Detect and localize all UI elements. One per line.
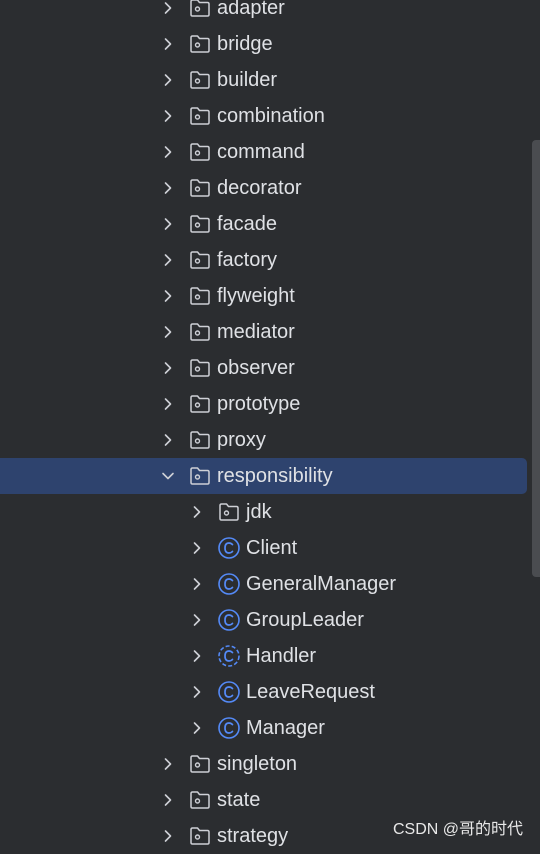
tree-node-label: adapter (217, 0, 285, 20)
tree-node-singleton[interactable]: singleton (0, 746, 527, 782)
chevron-right-icon[interactable] (160, 72, 176, 88)
tree-node-generalmanager[interactable]: GeneralManager (0, 566, 527, 602)
chevron-down-icon[interactable] (160, 468, 176, 484)
tree-node-label: mediator (217, 321, 295, 344)
tree-node-builder[interactable]: builder (0, 62, 527, 98)
package-icon (188, 392, 212, 416)
tree-node-mediator[interactable]: mediator (0, 314, 527, 350)
package-icon (188, 464, 212, 488)
chevron-right-icon[interactable] (189, 504, 205, 520)
tree-node-label: decorator (217, 177, 302, 200)
chevron-right-icon[interactable] (189, 540, 205, 556)
package-icon (188, 356, 212, 380)
tree-node-label: LeaveRequest (246, 681, 375, 704)
chevron-right-icon[interactable] (160, 0, 176, 16)
package-icon (188, 824, 212, 848)
tree-node-factory[interactable]: factory (0, 242, 527, 278)
tree-node-combination[interactable]: combination (0, 98, 527, 134)
tree-node-label: Client (246, 537, 297, 560)
chevron-right-icon[interactable] (160, 108, 176, 124)
chevron-right-icon[interactable] (160, 324, 176, 340)
tree-node-state[interactable]: state (0, 782, 527, 818)
tree-node-decorator[interactable]: decorator (0, 170, 527, 206)
tree-node-label: GeneralManager (246, 573, 396, 596)
package-icon (188, 284, 212, 308)
chevron-right-icon[interactable] (189, 612, 205, 628)
vertical-scrollbar[interactable] (532, 140, 540, 577)
tree-node-label: flyweight (217, 285, 295, 308)
tree-node-label: singleton (217, 753, 297, 776)
chevron-right-icon[interactable] (160, 288, 176, 304)
tree-node-label: GroupLeader (246, 609, 364, 632)
tree-node-proxy[interactable]: proxy (0, 422, 527, 458)
package-icon (188, 788, 212, 812)
package-icon (188, 248, 212, 272)
class-icon (217, 536, 241, 560)
chevron-right-icon[interactable] (160, 180, 176, 196)
package-icon (188, 320, 212, 344)
tree-node-facade[interactable]: facade (0, 206, 527, 242)
tree-node-prototype[interactable]: prototype (0, 386, 527, 422)
chevron-right-icon[interactable] (189, 648, 205, 664)
package-icon (188, 428, 212, 452)
tree-node-responsibility[interactable]: responsibility (0, 458, 527, 494)
tree-node-label: combination (217, 105, 325, 128)
watermark: CSDN @哥的时代 (393, 815, 523, 839)
tree-node-label: command (217, 141, 305, 164)
tree-node-label: Manager (246, 717, 325, 740)
chevron-right-icon[interactable] (160, 828, 176, 844)
tree-node-handler[interactable]: Handler (0, 638, 527, 674)
package-icon (188, 140, 212, 164)
package-icon (188, 68, 212, 92)
chevron-right-icon[interactable] (160, 756, 176, 772)
tree-node-label: facade (217, 213, 277, 236)
package-icon (188, 0, 212, 20)
tree-node-label: factory (217, 249, 277, 272)
project-tree: adapter bridge builder combination command de… (0, 0, 540, 847)
tree-node-command[interactable]: command (0, 134, 527, 170)
class-icon (217, 680, 241, 704)
tree-node-label: proxy (217, 429, 266, 452)
chevron-right-icon[interactable] (189, 684, 205, 700)
chevron-right-icon[interactable] (160, 360, 176, 376)
tree-node-client[interactable]: Client (0, 530, 527, 566)
tree-node-adapter[interactable]: adapter (0, 0, 527, 26)
tree-node-bridge[interactable]: bridge (0, 26, 527, 62)
class-icon (217, 572, 241, 596)
chevron-right-icon[interactable] (160, 36, 176, 52)
class-icon (217, 716, 241, 740)
tree-node-jdk[interactable]: jdk (0, 494, 527, 530)
tree-node-label: state (217, 789, 260, 812)
class-icon (217, 608, 241, 632)
chevron-right-icon[interactable] (160, 144, 176, 160)
abstract-class-icon (217, 644, 241, 668)
tree-node-label: observer (217, 357, 295, 380)
package-icon (188, 104, 212, 128)
tree-node-label: bridge (217, 33, 273, 56)
tree-node-label: jdk (246, 501, 272, 524)
tree-node-label: Handler (246, 645, 316, 668)
chevron-right-icon[interactable] (160, 432, 176, 448)
tree-node-label: prototype (217, 393, 300, 416)
chevron-right-icon[interactable] (189, 720, 205, 736)
tree-node-observer[interactable]: observer (0, 350, 527, 386)
chevron-right-icon[interactable] (160, 792, 176, 808)
tree-node-manager[interactable]: Manager (0, 710, 527, 746)
package-icon (188, 32, 212, 56)
package-icon (217, 500, 241, 524)
package-icon (188, 752, 212, 776)
tree-node-groupleader[interactable]: GroupLeader (0, 602, 527, 638)
chevron-right-icon[interactable] (160, 252, 176, 268)
chevron-right-icon[interactable] (189, 576, 205, 592)
package-icon (188, 176, 212, 200)
package-icon (188, 212, 212, 236)
tree-node-label: builder (217, 69, 277, 92)
chevron-right-icon[interactable] (160, 396, 176, 412)
tree-node-label: responsibility (217, 465, 333, 488)
chevron-right-icon[interactable] (160, 216, 176, 232)
tree-node-label: strategy (217, 825, 288, 848)
tree-node-leaverequest[interactable]: LeaveRequest (0, 674, 527, 710)
tree-node-flyweight[interactable]: flyweight (0, 278, 527, 314)
